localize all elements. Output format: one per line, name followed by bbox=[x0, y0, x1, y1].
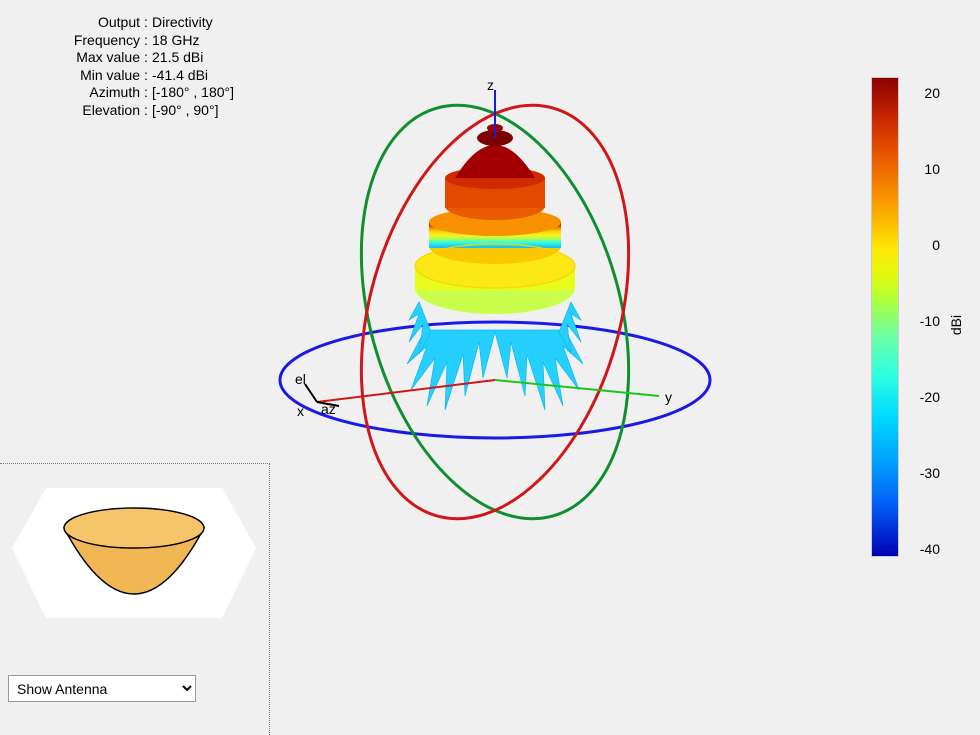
axis-label-el: el bbox=[295, 371, 306, 387]
colorbar-tick: -30 bbox=[920, 465, 940, 481]
meta-azimuth-label: Azimuth bbox=[10, 84, 140, 102]
meta-output-label: Output bbox=[10, 14, 140, 32]
axis-x bbox=[317, 380, 495, 402]
pattern-metadata: Output:Directivity Frequency:18 GHz Max … bbox=[10, 14, 260, 119]
radiation-lobe bbox=[407, 124, 583, 410]
radiation-pattern-3d[interactable]: z x y az el bbox=[255, 80, 735, 560]
colorbar-unit: dBi bbox=[948, 315, 964, 335]
colorbar-tick: 0 bbox=[932, 237, 940, 253]
meta-frequency-value: 18 GHz bbox=[152, 32, 260, 50]
axis-label-az: az bbox=[321, 401, 336, 417]
meta-elevation-label: Elevation bbox=[10, 102, 140, 120]
meta-output-value: Directivity bbox=[152, 14, 260, 32]
antenna-display-select[interactable]: Show Antenna bbox=[8, 675, 196, 702]
meta-min-value: -41.4 dBi bbox=[152, 67, 260, 85]
colorbar-tick: 20 bbox=[924, 85, 940, 101]
colorbar-tick: -20 bbox=[920, 389, 940, 405]
colorbar bbox=[872, 78, 898, 556]
meta-max-label: Max value bbox=[10, 49, 140, 67]
axis-y bbox=[495, 380, 659, 396]
colorbar-tick: -10 bbox=[920, 313, 940, 329]
meta-frequency-label: Frequency bbox=[10, 32, 140, 50]
colorbar-ticks: 20 10 0 -10 -20 -30 -40 bbox=[900, 78, 940, 556]
axis-label-x: x bbox=[297, 403, 304, 419]
antenna-geometry-icon bbox=[10, 470, 258, 664]
meta-min-label: Min value bbox=[10, 67, 140, 85]
meta-elevation-value: [-90° , 90°] bbox=[152, 102, 260, 120]
colorbar-tick: 10 bbox=[924, 161, 940, 177]
colorbar-tick: -40 bbox=[920, 541, 940, 557]
meta-azimuth-value: [-180° , 180°] bbox=[152, 84, 260, 102]
axis-label-z: z bbox=[487, 77, 494, 93]
axis-label-y: y bbox=[665, 389, 672, 405]
meta-max-value: 21.5 dBi bbox=[152, 49, 260, 67]
